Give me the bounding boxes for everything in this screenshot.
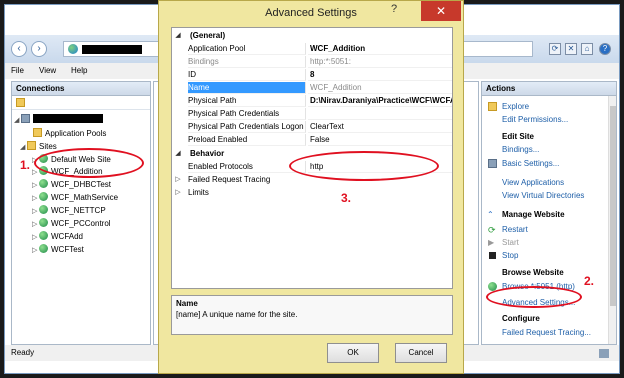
action-view-virtual-directories[interactable]: View Virtual Directories bbox=[502, 191, 584, 200]
action-bindings[interactable]: Bindings... bbox=[502, 145, 539, 154]
annotation-oval-site bbox=[34, 148, 144, 178]
property-row[interactable]: Application Pool WCF_Addition bbox=[172, 43, 452, 55]
property-row[interactable]: Physical Path D:\Nirav.Daraniya\Practice\… bbox=[172, 95, 452, 107]
redacted-address bbox=[82, 45, 142, 54]
property-row[interactable]: Bindings http:*:5051: bbox=[172, 56, 452, 68]
heading-browse-website: Browse Website bbox=[502, 268, 564, 277]
action-basic-settings[interactable]: Basic Settings... bbox=[502, 159, 559, 168]
annotation-number-1: 1. bbox=[20, 158, 31, 172]
collapse-arrow-icon[interactable]: ◢ bbox=[172, 30, 184, 42]
tree-site-wcf-pccontrol[interactable]: ▷ WCF_PCControl bbox=[32, 218, 111, 230]
action-explore[interactable]: Explore bbox=[502, 102, 529, 111]
cancel-button[interactable]: Cancel bbox=[395, 343, 447, 363]
sites-folder-icon bbox=[27, 141, 36, 150]
tree-application-pools[interactable]: Application Pools bbox=[26, 128, 106, 139]
menu-help[interactable]: Help bbox=[71, 66, 87, 75]
property-row-expandable[interactable]: ▷ Limits bbox=[172, 187, 452, 199]
site-globe-icon bbox=[39, 205, 48, 214]
tree-site-wcf-mathservice[interactable]: ▷ WCF_MathService bbox=[32, 192, 118, 204]
annotation-number-2: 2. bbox=[584, 274, 595, 288]
advanced-settings-dialog: Advanced Settings ? ✕ ◢ (General) Applic… bbox=[158, 0, 464, 374]
connections-title: Connections bbox=[12, 82, 150, 96]
property-row[interactable]: ID 8 bbox=[172, 69, 452, 81]
restart-icon: ⟳ bbox=[488, 225, 496, 235]
network-icon bbox=[599, 349, 609, 358]
action-failed-request-tracing[interactable]: Failed Request Tracing... bbox=[502, 328, 591, 337]
tree-site-wcfadd[interactable]: ▷ WCFAdd bbox=[32, 231, 83, 243]
heading-manage-website: Manage Website bbox=[502, 210, 565, 219]
property-row[interactable]: Preload Enabled False bbox=[172, 134, 452, 146]
description-title: Name bbox=[176, 299, 198, 308]
site-globe-icon bbox=[39, 179, 48, 188]
tree-server[interactable]: ◢ bbox=[14, 114, 103, 126]
app-pools-icon bbox=[33, 128, 42, 137]
action-start[interactable]: Start bbox=[502, 238, 519, 247]
action-edit-permissions[interactable]: Edit Permissions... bbox=[502, 115, 568, 124]
heading-edit-site: Edit Site bbox=[502, 132, 535, 141]
property-row-selected[interactable]: Name WCF_Addition bbox=[172, 82, 452, 94]
property-row[interactable]: Physical Path Credentials Logon ClearText bbox=[172, 121, 452, 133]
tree-site-wcf-dhbctest[interactable]: ▷ WCF_DHBCTest bbox=[32, 179, 111, 191]
globe-icon bbox=[68, 44, 78, 54]
action-stop[interactable]: Stop bbox=[502, 251, 518, 260]
stop-icon[interactable]: ✕ bbox=[565, 43, 577, 55]
back-button[interactable]: ‹ bbox=[11, 41, 27, 57]
connect-icon[interactable] bbox=[16, 98, 25, 107]
menu-view[interactable]: View bbox=[39, 66, 56, 75]
help-button[interactable]: ? bbox=[391, 3, 397, 15]
forward-button[interactable]: › bbox=[31, 41, 47, 57]
site-globe-icon bbox=[39, 192, 48, 201]
connections-toolbar bbox=[12, 96, 150, 110]
property-row[interactable]: Physical Path Credentials bbox=[172, 108, 452, 120]
site-globe-icon bbox=[39, 244, 48, 253]
connections-panel: Connections ◢ Application Pools ◢ Sites ▷… bbox=[11, 81, 151, 345]
actions-scrollbar[interactable] bbox=[608, 96, 616, 344]
help-icon[interactable]: ? bbox=[599, 43, 611, 55]
start-icon: ▶ bbox=[488, 238, 495, 247]
annotation-oval-protocols bbox=[289, 151, 439, 181]
refresh-icon[interactable]: ⟳ bbox=[549, 43, 561, 55]
server-icon bbox=[21, 114, 30, 123]
close-button[interactable]: ✕ bbox=[421, 1, 461, 21]
scrollbar-thumb[interactable] bbox=[610, 106, 616, 306]
home-icon[interactable]: ⌂ bbox=[581, 43, 593, 55]
site-globe-icon bbox=[39, 231, 48, 240]
ok-button[interactable]: OK bbox=[327, 343, 379, 363]
annotation-number-3: 3. bbox=[341, 191, 352, 205]
actions-title: Actions bbox=[482, 82, 616, 96]
collapse-icon[interactable]: ⌃ bbox=[487, 210, 496, 219]
collapse-arrow-icon[interactable]: ◢ bbox=[172, 148, 184, 160]
expand-arrow-icon[interactable]: ▷ bbox=[172, 187, 184, 199]
menu-file[interactable]: File bbox=[11, 66, 24, 75]
description-text: [name] A unique name for the site. bbox=[176, 310, 298, 319]
description-panel: Name [name] A unique name for the site. bbox=[171, 295, 453, 335]
stop-icon bbox=[489, 252, 496, 259]
action-view-applications[interactable]: View Applications bbox=[502, 178, 564, 187]
heading-configure: Configure bbox=[502, 314, 540, 323]
basic-settings-icon bbox=[488, 159, 497, 168]
tree-site-wcftest[interactable]: ▷ WCFTest bbox=[32, 244, 84, 256]
expand-arrow-icon[interactable]: ▷ bbox=[172, 174, 184, 186]
site-globe-icon bbox=[39, 218, 48, 227]
explore-icon bbox=[488, 102, 497, 111]
dialog-title: Advanced Settings bbox=[265, 7, 357, 19]
tree-site-wcf-nettcp[interactable]: ▷ WCF_NETTCP bbox=[32, 205, 106, 217]
category-general[interactable]: ◢ (General) bbox=[172, 30, 452, 42]
action-restart[interactable]: Restart bbox=[502, 225, 528, 234]
annotation-oval-advanced bbox=[486, 286, 582, 308]
redacted-server-name bbox=[33, 114, 103, 123]
